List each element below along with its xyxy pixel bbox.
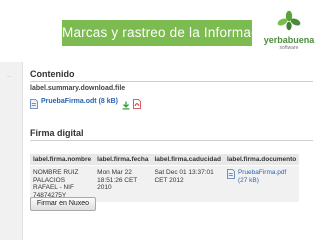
sign-in-nuxeo-button[interactable]: Firmar en Nuxeo	[30, 197, 96, 211]
header-banner: Marcas y rastreo de la Información yerba…	[0, 0, 320, 62]
column-header: label.firma.caducidad	[151, 154, 224, 166]
file-download-link[interactable]: PruebaFirma.odt (8 kB)	[41, 98, 118, 105]
firma-heading: Firma digital	[30, 128, 84, 138]
pdf-icon[interactable]	[133, 96, 141, 109]
logo-sub-text: software	[279, 45, 299, 51]
column-header: label.firma.nombre	[30, 154, 95, 166]
download-icon[interactable]	[122, 97, 130, 109]
signature-date-cell: Mon Mar 22 18:51:26 CET 2010	[94, 165, 152, 202]
side-marker: ··	[7, 74, 11, 80]
signature-table: label.firma.nombre label.firma.fecha lab…	[30, 154, 300, 202]
download-file-row: PruebaFirma.odt (8 kB)	[30, 95, 141, 109]
document-icon	[30, 96, 38, 109]
side-strip: ··	[0, 62, 23, 240]
contenido-heading: Contenido	[30, 69, 75, 79]
signed-document-cell: PruebaFirma.pdf (27 kB)	[223, 165, 300, 202]
section-divider	[30, 81, 313, 82]
expiry-date-cell: Sat Dec 01 13:37:01 CET 2012	[151, 165, 224, 202]
signed-document-link[interactable]: PruebaFirma.pdf (27 kB)	[238, 169, 296, 184]
leaf-logo-icon	[277, 10, 301, 31]
page-title: Marcas y rastreo de la Información	[62, 20, 276, 46]
logo-brand-text: yerbabuena	[263, 35, 315, 45]
summary-download-label: label.summary.download.file	[30, 85, 126, 92]
column-header: label.firma.fecha	[94, 154, 152, 166]
yerbabuena-logo: yerbabuena software	[262, 10, 316, 54]
column-header: label.firma.documento	[223, 154, 300, 166]
table-header-row: label.firma.nombre label.firma.fecha lab…	[30, 154, 300, 166]
section-divider	[30, 140, 313, 141]
content-panel: Contenido label.summary.download.file Pr…	[23, 62, 320, 240]
document-icon	[227, 169, 235, 179]
